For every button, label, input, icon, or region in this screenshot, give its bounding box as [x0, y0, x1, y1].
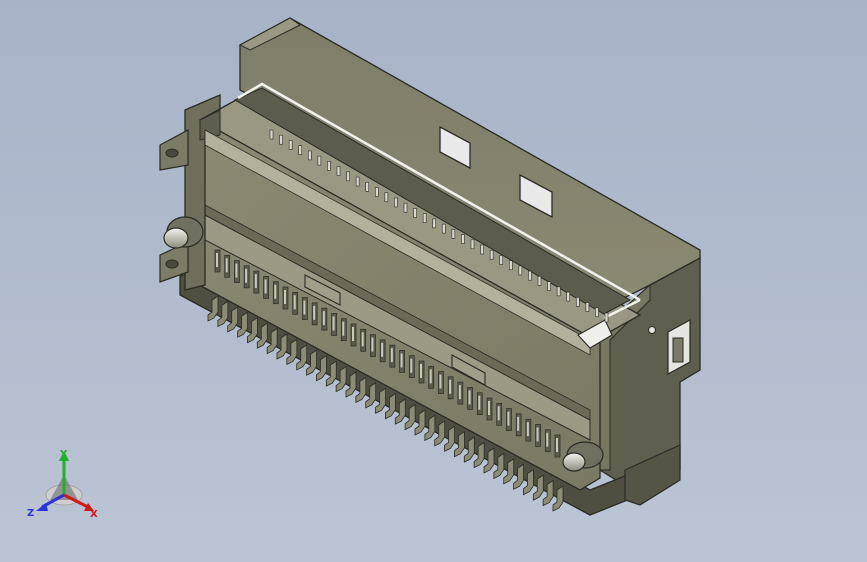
- top-contact: [566, 291, 571, 302]
- front-contact-highlight: [352, 327, 354, 341]
- front-contact-highlight: [410, 358, 413, 373]
- top-contact: [394, 197, 398, 208]
- top-contact: [547, 281, 551, 291]
- top-contact: [595, 307, 599, 318]
- front-contact-highlight: [284, 290, 286, 304]
- top-contact: [279, 134, 283, 145]
- top-contact: [413, 208, 417, 218]
- front-contact-highlight: [400, 353, 403, 368]
- orientation-triad[interactable]: Y X Z: [22, 445, 112, 525]
- front-contact-highlight: [429, 369, 432, 384]
- top-contact: [269, 129, 274, 140]
- top-contact: [575, 297, 580, 307]
- front-contact-highlight: [478, 395, 481, 410]
- front-contact-highlight: [216, 253, 218, 267]
- top-contact: [441, 223, 446, 234]
- top-contact: [604, 312, 609, 323]
- front-contact-highlight: [497, 406, 500, 421]
- graphics-viewport[interactable]: Y X Z: [0, 0, 867, 562]
- front-contact-highlight: [313, 305, 316, 320]
- y-axis-label: Y: [59, 449, 68, 460]
- top-contact: [470, 239, 475, 250]
- front-contact-highlight: [507, 411, 510, 426]
- front-contact-highlight: [264, 279, 267, 294]
- top-contact: [317, 155, 322, 166]
- z-axis-label: Z: [27, 508, 34, 519]
- front-contact-highlight: [274, 284, 277, 299]
- front-contact-highlight: [526, 422, 529, 437]
- front-contact-highlight: [332, 316, 335, 331]
- top-contact: [518, 265, 523, 276]
- front-contact-highlight: [546, 432, 549, 447]
- top-contact: [537, 276, 542, 286]
- front-contact-highlight: [303, 300, 306, 315]
- top-contact: [489, 249, 494, 260]
- top-contact: [461, 234, 465, 244]
- front-contact-highlight: [439, 374, 442, 389]
- front-contact-highlight: [420, 364, 422, 378]
- front-contact-highlight: [556, 438, 558, 452]
- top-contact: [422, 213, 427, 223]
- right-end-hole: [648, 326, 656, 334]
- top-contact: [288, 140, 293, 150]
- top-contact: [355, 176, 360, 187]
- front-contact-highlight: [458, 385, 461, 400]
- right-end-slot-inner: [672, 337, 684, 363]
- top-contact: [327, 161, 331, 171]
- top-contact: [365, 181, 370, 192]
- top-contact: [480, 244, 484, 255]
- front-contact-highlight: [517, 416, 520, 431]
- top-contact: [346, 171, 350, 182]
- top-contact: [307, 150, 312, 161]
- front-contact-highlight: [488, 401, 490, 415]
- front-contact-highlight: [390, 348, 393, 363]
- top-contact: [432, 218, 437, 229]
- front-contact-highlight: [449, 379, 452, 394]
- x-axis-label: X: [90, 509, 98, 520]
- top-contact: [298, 145, 303, 155]
- mount-ear-top-hole: [165, 148, 179, 158]
- front-contact-highlight: [468, 390, 471, 405]
- top-contact: [451, 229, 456, 239]
- front-contact-highlight: [254, 274, 257, 289]
- front-contact-highlight: [225, 258, 228, 273]
- top-contact: [528, 270, 532, 281]
- top-contact: [336, 166, 341, 176]
- left-alignment-peg[interactable]: [163, 216, 204, 249]
- top-contact: [556, 286, 561, 297]
- connector-model[interactable]: [0, 0, 867, 562]
- front-contact-highlight: [381, 342, 384, 357]
- top-contact: [384, 192, 389, 203]
- front-contact-highlight: [235, 263, 238, 278]
- top-contact: [508, 260, 513, 271]
- front-contact-highlight: [371, 337, 374, 352]
- front-contact-highlight: [245, 268, 248, 283]
- z-axis-arrowhead: [36, 503, 48, 511]
- front-contact-highlight: [322, 311, 325, 326]
- front-contact-highlight: [361, 332, 364, 347]
- front-contact-highlight: [293, 295, 296, 310]
- front-contact-highlight: [342, 321, 345, 336]
- top-contact: [374, 187, 379, 197]
- front-contact-highlight: [536, 427, 539, 442]
- top-contact: [499, 255, 504, 265]
- top-contact: [403, 202, 408, 213]
- mount-ear-bottom-hole: [165, 259, 179, 269]
- top-contact: [585, 302, 590, 312]
